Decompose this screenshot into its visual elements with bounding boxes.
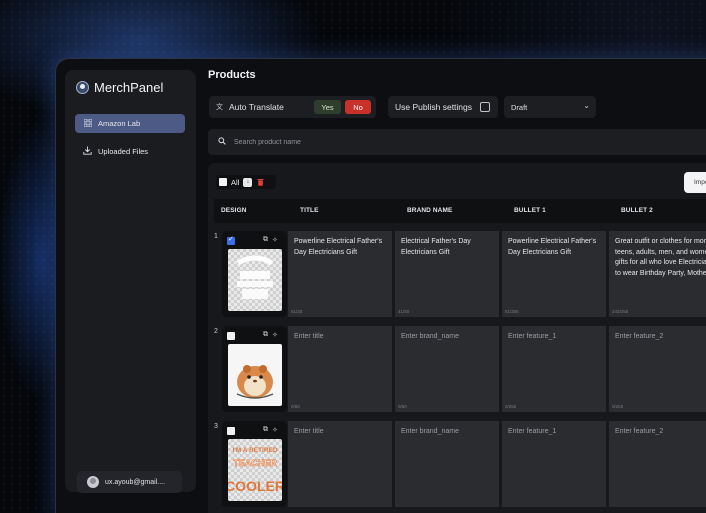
char-count: 0/50 xyxy=(398,404,407,409)
bullet1-cell[interactable]: Enter feature_1 0/255 xyxy=(502,326,606,412)
svg-text:COOLER: COOLER xyxy=(228,478,282,494)
auto-translate-label: Auto Translate xyxy=(229,102,284,112)
copy-icon[interactable]: ⧉ xyxy=(263,426,268,434)
design-thumbnail[interactable]: I'M A RETIRED TEACHER COOLER xyxy=(228,439,282,501)
brand: MerchPanel xyxy=(76,80,163,95)
column-header-title: TITLE xyxy=(300,207,319,214)
app-window: MerchPanel Amazon Lab Uploaded Files ux.… xyxy=(55,58,706,513)
grid-icon xyxy=(83,118,92,129)
teacher-artwork: I'M A RETIRED TEACHER COOLER xyxy=(228,447,282,494)
sparkle-icon[interactable]: ✧ xyxy=(272,236,278,244)
char-count: 243/255 xyxy=(612,309,629,314)
download-icon[interactable]: ↓ xyxy=(243,177,253,187)
bullet2-value: Great outfit or clothes for mom, dad, te… xyxy=(615,238,706,277)
title-value: Enter title xyxy=(294,333,324,340)
char-count: 0/255 xyxy=(505,404,517,409)
bullet1-cell[interactable]: Powerline Electrical Father's Day Electr… xyxy=(502,231,606,317)
char-count: 41/50 xyxy=(398,309,410,314)
row-checkbox[interactable] xyxy=(227,332,235,340)
sidebar-item-amazon-lab[interactable]: Amazon Lab xyxy=(75,114,185,133)
brand-value: Electrical Father's Day Electricians Gif… xyxy=(401,238,471,256)
design-thumbnail[interactable] xyxy=(228,344,282,406)
bullet1-value: Powerline Electrical Father's Day Electr… xyxy=(508,238,597,256)
row-number: 2 xyxy=(214,328,218,335)
status-select[interactable]: Draft ⌄ xyxy=(504,96,596,118)
row-number: 3 xyxy=(214,423,218,430)
brand-cell[interactable]: Enter brand_name 0/50 xyxy=(395,326,499,412)
row-number: 1 xyxy=(214,233,218,240)
copy-icon[interactable]: ⧉ xyxy=(263,236,268,244)
translate-icon: 文 xyxy=(216,104,223,111)
svg-text:TEACHER: TEACHER xyxy=(233,458,277,468)
char-count: 51/30 xyxy=(291,309,303,314)
title-value: Powerline Electrical Father's Day Electr… xyxy=(294,238,383,256)
search-input[interactable] xyxy=(234,138,534,146)
char-count: 51/255 xyxy=(505,309,519,314)
sidebar-item-label: Amazon Lab xyxy=(98,119,141,128)
copy-icon[interactable]: ⧉ xyxy=(263,331,268,339)
brand-value: Enter brand_name xyxy=(401,428,459,435)
sidebar-item-uploaded-files[interactable]: Uploaded Files xyxy=(75,142,185,161)
svg-text:I'M A RETIRED: I'M A RETIRED xyxy=(232,447,277,454)
avatar xyxy=(87,476,99,488)
select-all-checkbox[interactable] xyxy=(219,178,227,186)
table-header: DESIGN TITLE BRAND NAME BULLET 1 BULLET … xyxy=(214,199,706,223)
title-cell[interactable]: Powerline Electrical Father's Day Electr… xyxy=(288,231,392,317)
design-cell: ⧉ ✧ xyxy=(222,326,287,412)
user-menu[interactable]: ux.ayoub@gmail.... xyxy=(77,471,182,493)
bullet2-cell[interactable]: Enter feature_2 0/255 xyxy=(609,326,706,412)
hamster-artwork xyxy=(236,365,274,399)
yes-button[interactable]: Yes xyxy=(314,100,341,114)
products-table: All ↓ Impo DESIGN TITLE BRAND NAME BULLE… xyxy=(208,163,706,513)
brand-value: Enter brand_name xyxy=(401,333,459,340)
design-cell: ⧉ ✧ I'M A RETIRED TEACHER COOLER xyxy=(222,421,287,507)
publish-settings-checkbox[interactable] xyxy=(480,102,490,112)
bullet2-value: Enter feature_2 xyxy=(615,333,664,340)
brand-name: MerchPanel xyxy=(94,80,164,95)
char-count: 0/255 xyxy=(612,404,624,409)
title-cell[interactable]: Enter title xyxy=(288,421,392,507)
bullet2-cell[interactable]: Enter feature_2 xyxy=(609,421,706,507)
brand-cell[interactable]: Electrical Father's Day Electricians Gif… xyxy=(395,231,499,317)
sparkle-icon[interactable]: ✧ xyxy=(272,331,278,339)
sidebar: MerchPanel Amazon Lab Uploaded Files ux.… xyxy=(65,70,196,493)
bullet1-value: Enter feature_1 xyxy=(508,428,557,435)
design-artwork xyxy=(236,255,274,299)
title-cell[interactable]: Enter title 0/60 xyxy=(288,326,392,412)
trash-icon[interactable] xyxy=(256,178,265,187)
publish-settings-label: Use Publish settings xyxy=(395,102,473,112)
user-email: ux.ayoub@gmail.... xyxy=(105,478,166,486)
design-cell: ⧉ ✧ xyxy=(222,231,287,317)
no-button[interactable]: No xyxy=(345,100,371,114)
title-value: Enter title xyxy=(294,428,324,435)
select-all-label: All xyxy=(231,177,240,187)
search-bar xyxy=(208,129,706,155)
char-count: 0/60 xyxy=(291,404,300,409)
search-icon xyxy=(218,137,226,147)
bullet1-cell[interactable]: Enter feature_1 xyxy=(502,421,606,507)
bulk-actions: All ↓ xyxy=(216,175,276,189)
download-icon xyxy=(83,146,92,157)
column-header-design: DESIGN xyxy=(221,207,247,214)
bullet2-cell[interactable]: Great outfit or clothes for mom, dad, te… xyxy=(609,231,706,317)
sparkle-icon[interactable]: ✧ xyxy=(272,426,278,434)
publish-settings-toggle[interactable]: Use Publish settings xyxy=(388,96,498,118)
logo-icon xyxy=(76,81,89,94)
design-thumbnail[interactable] xyxy=(228,249,282,311)
bullet1-value: Enter feature_1 xyxy=(508,333,557,340)
bullet2-value: Enter feature_2 xyxy=(615,428,664,435)
page-title: Products xyxy=(208,69,256,81)
chevron-down-icon: ⌄ xyxy=(583,101,590,110)
column-header-bullet2: BULLET 2 xyxy=(621,207,653,214)
sidebar-item-label: Uploaded Files xyxy=(98,147,149,156)
auto-translate-control: 文 Auto Translate Yes No xyxy=(209,96,376,118)
import-button[interactable]: Impo xyxy=(684,172,706,193)
row-checkbox[interactable] xyxy=(227,235,235,245)
column-header-brand: BRAND NAME xyxy=(407,207,453,214)
main-content: Products 文 Auto Translate Yes No Use Pub… xyxy=(206,59,706,513)
brand-cell[interactable]: Enter brand_name xyxy=(395,421,499,507)
status-value: Draft xyxy=(511,102,528,112)
row-checkbox[interactable] xyxy=(227,427,235,435)
column-header-bullet1: BULLET 1 xyxy=(514,207,546,214)
